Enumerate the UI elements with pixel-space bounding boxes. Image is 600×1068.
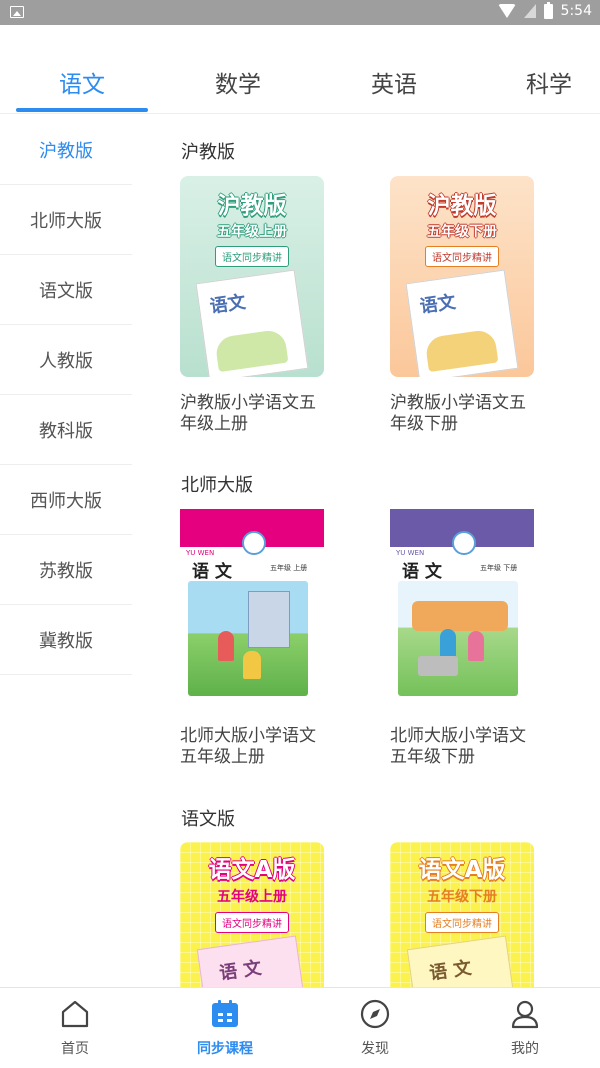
cover-grade: 五年级 上册 (270, 564, 308, 572)
book-card[interactable]: 语文A版 五年级上册 语文同步精讲 语 文 (180, 842, 324, 987)
sidebar-item-hujiao[interactable]: 沪教版 (0, 115, 132, 185)
tab-science[interactable]: 科学 (526, 65, 572, 99)
nav-home[interactable]: 首页 (25, 998, 125, 1058)
cover-grade: 五年级 下册 (480, 564, 518, 572)
active-tab-indicator (16, 108, 148, 112)
cover-book-illustration: 语 文 (406, 935, 518, 987)
gallery-icon (10, 6, 24, 18)
status-time: 5:54 (560, 3, 592, 19)
cover-title: 沪教版 (427, 193, 497, 219)
user-icon (511, 1000, 539, 1029)
book-cover: 语文A版 五年级下册 语文同步精讲 语 文 (390, 842, 534, 987)
section-title: 语文版 (181, 809, 235, 830)
nav-discover[interactable]: 发现 (325, 998, 425, 1058)
cover-title: 语文A版 (418, 857, 506, 883)
tab-chinese[interactable]: 语文 (59, 65, 105, 99)
book-cover: 沪教版 五年级上册 语文同步精讲 语文 (180, 176, 324, 377)
cover-title: 语 文 (402, 562, 442, 582)
cover-grade: 五年级上册 (217, 224, 287, 240)
book-title: 沪教版小学语文五年级上册 (180, 393, 316, 434)
cover-tag: 语文同步精讲 (425, 912, 499, 933)
status-bar: 5:54 (0, 0, 600, 25)
sidebar-item-xishida[interactable]: 西师大版 (0, 465, 132, 535)
book-cover: YU WEN 语 文 五年级 下册 (390, 509, 534, 710)
book-cover: 语文A版 五年级上册 语文同步精讲 语 文 (180, 842, 324, 987)
subject-tabs: 语文 数学 英语 科学 (0, 25, 600, 114)
book-title: 沪教版小学语文五年级下册 (390, 393, 526, 434)
cover-grade: 五年级上册 (217, 889, 287, 905)
section-title: 沪教版 (181, 142, 235, 163)
battery-icon (543, 1, 553, 19)
calendar-icon (212, 1000, 238, 1027)
wifi-icon (497, 4, 516, 18)
compass-icon (360, 999, 390, 1029)
cover-tag: 语文同步精讲 (215, 246, 289, 267)
nav-mine[interactable]: 我的 (475, 998, 575, 1058)
bottom-navigation: 首页 同步课程 发现 我的 (0, 987, 600, 1068)
cover-illustration (188, 581, 308, 696)
tab-english[interactable]: 英语 (371, 65, 417, 99)
edition-sidebar: 沪教版 北师大版 语文版 人教版 教科版 西师大版 苏教版 冀教版 (0, 115, 132, 675)
cover-title: 沪教版 (217, 193, 287, 219)
home-icon (61, 1000, 89, 1028)
signal-icon (523, 4, 536, 18)
sidebar-item-jiaoke[interactable]: 教科版 (0, 395, 132, 465)
nav-label: 我的 (511, 1041, 539, 1057)
sidebar-item-yuwen[interactable]: 语文版 (0, 255, 132, 325)
nav-label: 发现 (361, 1041, 389, 1057)
cover-title: 语 文 (192, 562, 232, 582)
tab-math[interactable]: 数学 (215, 65, 261, 99)
book-card[interactable]: 语文A版 五年级下册 语文同步精讲 语 文 (390, 842, 534, 987)
cover-book-illustration: 语文 (405, 269, 519, 377)
nav-sync-course[interactable]: 同步课程 (175, 998, 275, 1058)
sidebar-item-renjiao[interactable]: 人教版 (0, 325, 132, 395)
book-cover: 沪教版 五年级下册 语文同步精讲 语文 (390, 176, 534, 377)
book-card[interactable]: YU WEN 语 文 五年级 上册 北师大版小学语文五年级上册 (180, 509, 324, 768)
nav-label: 同步课程 (197, 1041, 253, 1057)
book-title: 北师大版小学语文五年级上册 (180, 726, 316, 767)
book-card[interactable]: 沪教版 五年级下册 语文同步精讲 语文 沪教版小学语文五年级下册 (390, 176, 534, 435)
cover-tag: 语文同步精讲 (215, 912, 289, 933)
cover-illustration (398, 581, 518, 696)
sidebar-item-beishida[interactable]: 北师大版 (0, 185, 132, 255)
cover-grade: 五年级下册 (427, 224, 497, 240)
cover-tag: 语文同步精讲 (425, 246, 499, 267)
sidebar-item-sujiao[interactable]: 苏教版 (0, 535, 132, 605)
book-title: 北师大版小学语文五年级下册 (390, 726, 526, 767)
cover-grade: 五年级下册 (427, 889, 497, 905)
section-title: 北师大版 (181, 475, 253, 496)
nav-label: 首页 (61, 1041, 89, 1057)
book-cover: YU WEN 语 文 五年级 上册 (180, 509, 324, 710)
cover-book-illustration: 语文 (195, 269, 309, 377)
cover-book-illustration: 语 文 (196, 935, 308, 987)
book-card[interactable]: 沪教版 五年级上册 语文同步精讲 语文 沪教版小学语文五年级上册 (180, 176, 324, 435)
sidebar-item-jijiao[interactable]: 冀教版 (0, 605, 132, 675)
book-card[interactable]: YU WEN 语 文 五年级 下册 北师大版小学语文五年级下册 (390, 509, 534, 768)
cover-title: 语文A版 (208, 857, 296, 883)
